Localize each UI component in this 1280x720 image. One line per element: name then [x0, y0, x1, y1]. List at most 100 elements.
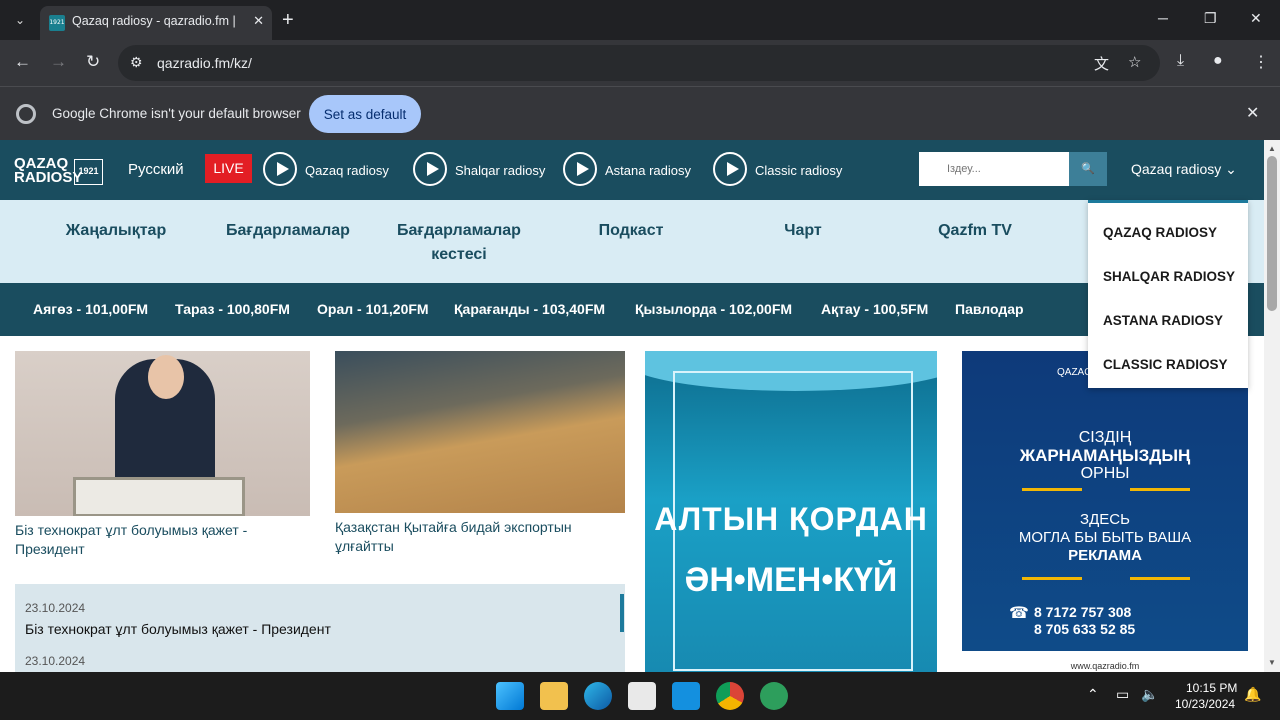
set-as-default-button[interactable]: Set as default	[309, 95, 421, 133]
clock-date[interactable]: 10/23/2024	[1175, 697, 1235, 711]
phone-icon: ☎	[1009, 605, 1029, 622]
banner-phone: 8 7172 757 308	[1034, 604, 1132, 620]
city-frequency[interactable]: Қарағанды - 103,40FM	[454, 301, 605, 317]
site-header: QAZAQ RADIOSY 1921 Русский LIVE Qazaq ra…	[0, 140, 1264, 200]
menu-item-podcast[interactable]: Подкаст	[591, 219, 671, 243]
city-frequency[interactable]: Аягөз - 101,00FM	[33, 301, 148, 317]
dropdown-item-qazaq[interactable]: QAZAQ RADIOSY	[1103, 225, 1217, 240]
infobar-close-icon[interactable]: ✕	[1246, 103, 1259, 123]
menu-item-qazfm-tv[interactable]: Qazfm TV	[930, 219, 1020, 243]
tray-chevron-icon[interactable]: ⌃	[1087, 686, 1099, 703]
menu-item-news[interactable]: Жаңалықтар	[56, 219, 176, 243]
banner-line: РЕКЛАМА	[1068, 547, 1142, 564]
city-frequencies-bar: Аягөз - 101,00FM Тараз - 100,80FM Орал -…	[0, 283, 1264, 336]
download-icon[interactable]: ⤓	[1177, 52, 1184, 70]
city-frequency[interactable]: Тараз - 100,80FM	[175, 301, 290, 317]
city-frequency[interactable]: Қызылорда - 102,00FM	[635, 301, 792, 317]
volume-icon[interactable]: 🔈	[1141, 686, 1158, 703]
city-frequency[interactable]: Орал - 101,20FM	[317, 301, 429, 317]
chrome-icon[interactable]	[716, 682, 744, 710]
outlook-icon[interactable]	[672, 682, 700, 710]
maximize-button[interactable]: ❐	[1204, 10, 1217, 27]
minimize-button[interactable]: ─	[1158, 10, 1168, 26]
clock-time[interactable]: 10:15 PM	[1186, 681, 1237, 695]
banner-site: www.qazradio.fm	[962, 651, 1248, 672]
profile-icon[interactable]: ●	[1213, 52, 1223, 70]
network-icon[interactable]: ▭	[1116, 686, 1129, 703]
menu-item-chart[interactable]: Чарт	[778, 219, 828, 243]
radio-player-shalqar[interactable]: Shalqar radiosy	[413, 152, 548, 188]
radio-label: Shalqar radiosy	[455, 163, 546, 178]
city-frequency[interactable]: Павлодар	[955, 301, 1024, 317]
active-tab[interactable]: 1921 Qazaq radiosy - qazradio.fm | K ✕	[40, 6, 272, 40]
banner-line: СІЗДІҢ	[1078, 429, 1132, 446]
news-caption[interactable]: Қазақстан Қытайға бидай экспортын ұлғайт…	[335, 518, 625, 556]
site-logo[interactable]: QAZAQ RADIOSY 1921	[14, 156, 103, 186]
translate-icon[interactable]: ⽂	[1094, 53, 1109, 74]
notification-bell-icon[interactable]: 🔔	[1244, 686, 1261, 703]
dropdown-item-classic[interactable]: CLASSIC RADIOSY	[1103, 357, 1228, 372]
news-image-wheat[interactable]	[335, 351, 625, 513]
banner-line: ЖАРНАМАҢЫЗДЫҢ	[1019, 446, 1191, 465]
main-menu: Жаңалықтар Бағдарламалар Бағдарламалар к…	[0, 200, 1264, 283]
store-icon[interactable]	[628, 682, 656, 710]
menu-item-programs[interactable]: Бағдарламалар	[220, 219, 356, 243]
start-icon[interactable]	[496, 682, 524, 710]
close-window-button[interactable]: ✕	[1250, 10, 1262, 27]
address-bar[interactable]: ⚙ qazradio.fm/kz/ ⽂ ☆	[118, 45, 1160, 81]
radio-label: Astana radiosy	[605, 163, 691, 178]
banner-line: МОГЛА БЫ БЫТЬ ВАША	[1018, 529, 1192, 546]
scroll-down-icon[interactable]: ▼	[1268, 658, 1276, 667]
language-link[interactable]: Русский	[128, 161, 184, 178]
forward-button[interactable]: →	[50, 52, 67, 72]
divider	[1022, 577, 1082, 580]
banner-advertising[interactable]: QAZAQ СІЗДІҢ ЖАРНАМАҢЫЗДЫҢ ОРНЫ ЗДЕСЬ МО…	[962, 351, 1248, 672]
divider	[1130, 577, 1190, 580]
station-dropdown-menu: QAZAQ RADIOSY SHALQAR RADIOSY ASTANA RAD…	[1088, 200, 1248, 388]
banner-altyn-qordan[interactable]: АЛТЫН ҚОРДАН ӘН•МЕН•КҮЙ	[645, 351, 937, 672]
search-icon[interactable]: 🔍	[1069, 152, 1107, 186]
logo-line2: RADIOSY	[14, 169, 83, 186]
radio-player-qazaq[interactable]: Qazaq radiosy	[263, 152, 393, 188]
play-icon[interactable]	[713, 152, 747, 186]
news-image-president[interactable]	[15, 351, 310, 516]
infobar-message: Google Chrome isn't your default browser	[52, 106, 301, 121]
reload-button[interactable]: ↻	[86, 52, 100, 72]
page-scrollbar[interactable]: ▲ ▼	[1264, 140, 1280, 672]
bookmark-star-icon[interactable]: ☆	[1128, 53, 1141, 71]
news-caption[interactable]: Біз технократ ұлт болуымыз қажет - Прези…	[15, 521, 310, 559]
logo-year: 1921	[74, 159, 103, 185]
site-info-icon[interactable]: ⚙	[130, 54, 143, 71]
play-icon[interactable]	[413, 152, 447, 186]
tab-strip: ⌄ 1921 Qazaq radiosy - qazradio.fm | K ✕…	[0, 0, 1280, 40]
radio-player-astana[interactable]: Astana radiosy	[563, 152, 696, 188]
scroll-thumb[interactable]	[1267, 156, 1277, 311]
tab-close-icon[interactable]: ✕	[253, 13, 264, 29]
banner-title-line1: АЛТЫН ҚОРДАН	[654, 501, 928, 537]
chrome-icon	[16, 104, 36, 124]
app-icon[interactable]	[760, 682, 788, 710]
city-frequency[interactable]: Ақтау - 100,5FM	[821, 301, 928, 317]
edge-icon[interactable]	[584, 682, 612, 710]
search-input[interactable]	[919, 152, 1069, 186]
news-list: 23.10.2024 Біз технократ ұлт болуымыз қа…	[15, 584, 625, 672]
new-tab-button[interactable]: +	[282, 8, 294, 32]
tab-search-button[interactable]: ⌄	[8, 8, 32, 32]
menu-item-schedule[interactable]: Бағдарламалар кестесі	[390, 219, 528, 267]
play-icon[interactable]	[563, 152, 597, 186]
radio-player-classic[interactable]: Classic radiosy	[713, 152, 848, 188]
news-date: 23.10.2024	[25, 654, 86, 668]
play-icon[interactable]	[263, 152, 297, 186]
news-date: 23.10.2024	[25, 601, 86, 615]
dropdown-item-astana[interactable]: ASTANA RADIOSY	[1103, 313, 1223, 328]
live-badge[interactable]: LIVE	[205, 154, 252, 183]
divider	[1130, 488, 1190, 491]
menu-kebab-icon[interactable]: ⋮	[1253, 52, 1269, 72]
dropdown-item-shalqar[interactable]: SHALQAR RADIOSY	[1103, 269, 1235, 284]
scroll-up-icon[interactable]: ▲	[1268, 144, 1276, 153]
station-select[interactable]: Qazaq radiosy ⌄	[1131, 161, 1237, 178]
news-title[interactable]: Біз технократ ұлт болуымыз қажет - Прези…	[25, 621, 331, 637]
file-explorer-icon[interactable]	[540, 682, 568, 710]
back-button[interactable]: ←	[14, 52, 31, 72]
divider	[1022, 488, 1082, 491]
